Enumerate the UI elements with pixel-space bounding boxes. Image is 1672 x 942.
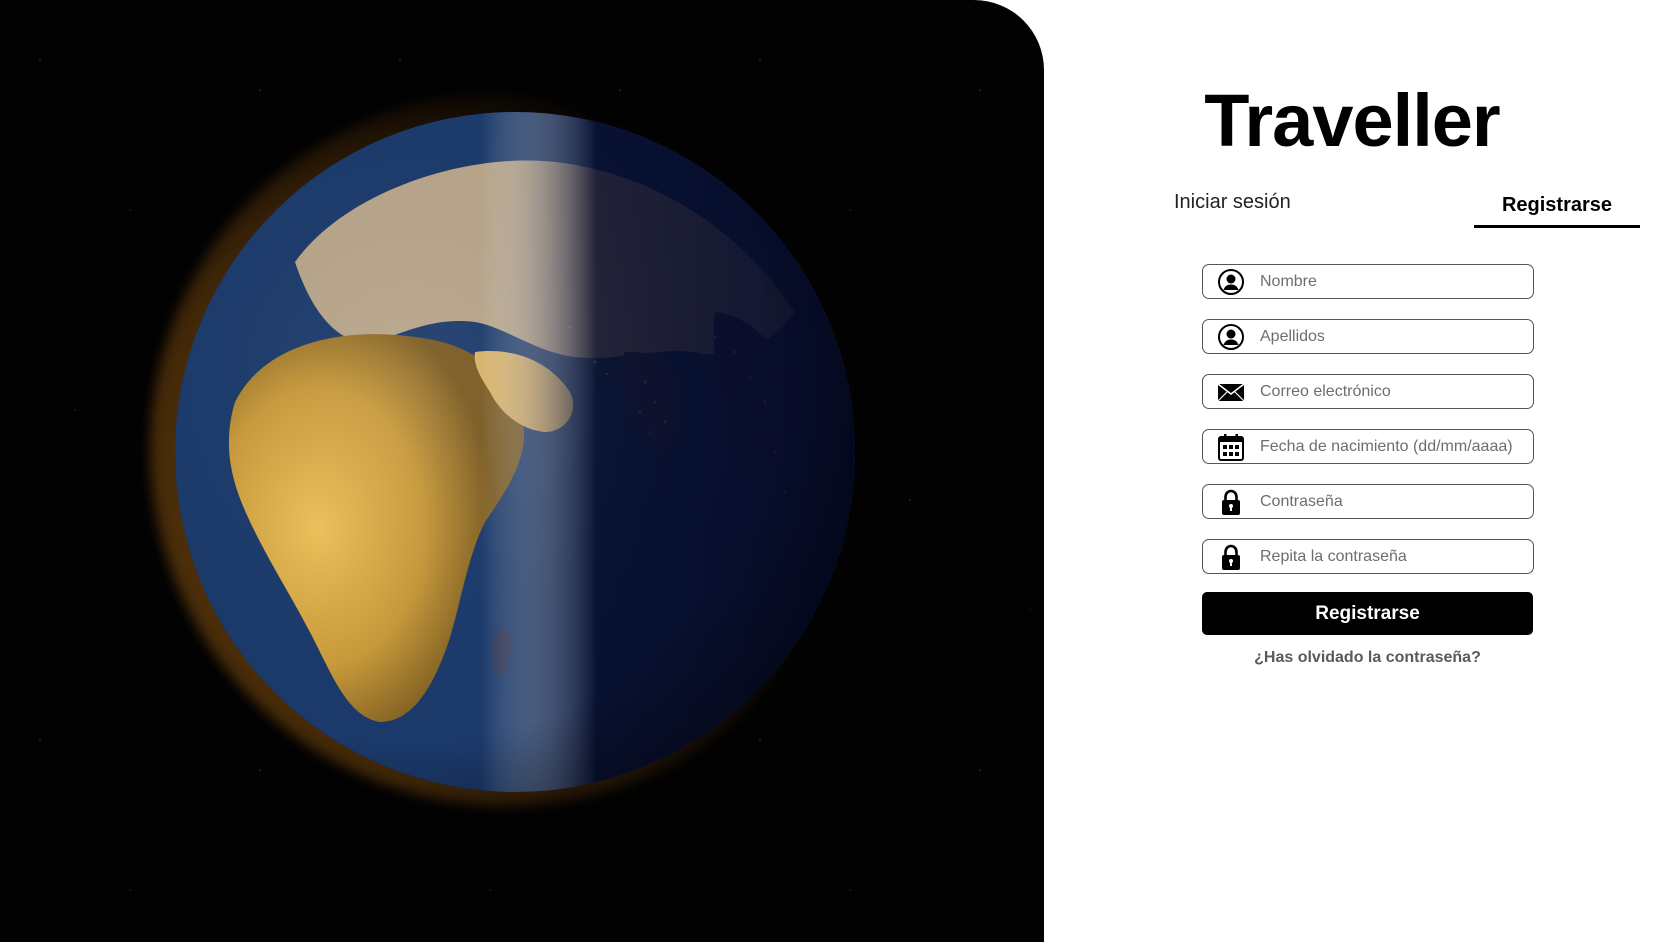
auth-tabs: Iniciar sesión Registrarse [1174, 188, 1640, 230]
confirm-password-input[interactable] [1260, 540, 1525, 573]
last-name-field [1202, 319, 1534, 354]
calendar-icon [1217, 433, 1245, 461]
first-name-field [1202, 264, 1534, 299]
password-input[interactable] [1260, 485, 1525, 518]
tab-register[interactable]: Registrarse [1474, 188, 1640, 228]
lock-icon [1217, 543, 1245, 571]
hero-image-panel [0, 0, 1044, 942]
password-field [1202, 484, 1534, 519]
user-circle-icon [1217, 323, 1245, 351]
first-name-input[interactable] [1260, 265, 1525, 298]
birthdate-input[interactable] [1260, 430, 1525, 463]
register-panel: Traveller Iniciar sesión Registrarse Nom… [1044, 0, 1672, 942]
envelope-icon [1217, 378, 1245, 406]
tab-login[interactable]: Iniciar sesión [1174, 188, 1354, 228]
email-field [1202, 374, 1534, 409]
email-input[interactable] [1260, 375, 1525, 408]
lock-icon [1217, 488, 1245, 516]
brand-title: Traveller [1204, 79, 1500, 162]
register-form: Registrarse ¿Has olvidado la contraseña? [1202, 264, 1536, 667]
birthdate-field [1202, 429, 1534, 464]
earth-globe-image [175, 112, 855, 792]
register-page: Traveller Iniciar sesión Registrarse Nom… [0, 0, 1672, 942]
forgot-password-link[interactable]: ¿Has olvidado la contraseña? [1202, 649, 1533, 667]
confirm-password-field [1202, 539, 1534, 574]
last-name-input[interactable] [1260, 320, 1525, 353]
user-circle-icon [1217, 268, 1245, 296]
register-button[interactable]: Registrarse [1202, 592, 1533, 635]
